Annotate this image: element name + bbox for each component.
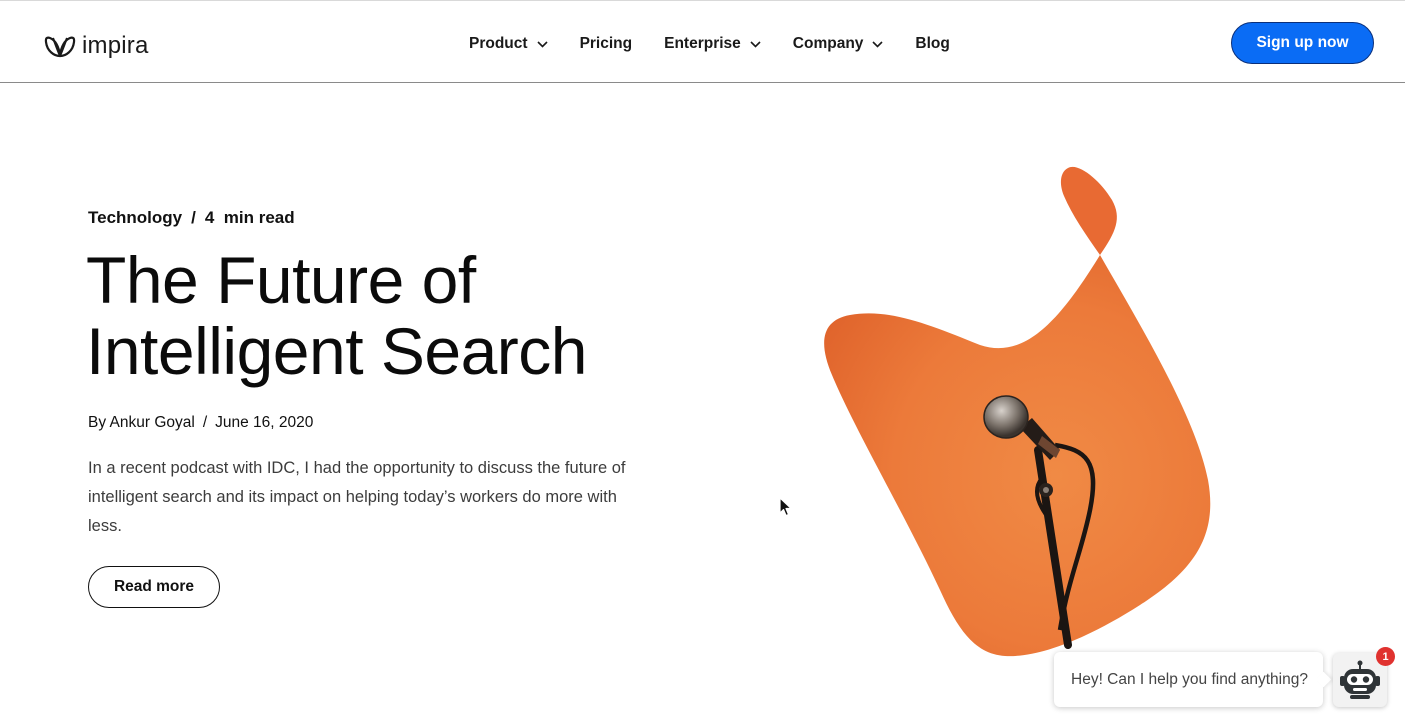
- nav-pricing[interactable]: Pricing: [580, 35, 633, 53]
- byline: By Ankur Goyal / June 16, 2020: [88, 414, 313, 432]
- mouse-cursor-icon: [779, 497, 792, 517]
- nav-company[interactable]: Company: [793, 35, 884, 53]
- main-nav: Product Pricing Enterprise Company Blog: [469, 31, 950, 57]
- article-title-line-1: The Future of: [86, 243, 476, 317]
- chevron-down-icon: [536, 40, 548, 48]
- logo-mark-icon: [44, 36, 76, 58]
- sign-up-button[interactable]: Sign up now: [1231, 22, 1374, 64]
- nav-pricing-label: Pricing: [579, 35, 633, 52]
- article-excerpt: In a recent podcast with IDC, I had the …: [88, 459, 626, 535]
- chat-prompt-text: Hey! Can I help you find anything?: [1071, 670, 1308, 688]
- chat-prompt-bubble[interactable]: Hey! Can I help you find anything?: [1054, 652, 1323, 707]
- author: By Ankur Goyal: [88, 414, 195, 431]
- chatbot-icon: [1340, 660, 1380, 699]
- page: impira Product Pricing Enterprise Compan…: [0, 0, 1405, 715]
- publish-date: June 16, 2020: [215, 414, 314, 431]
- nav-product[interactable]: Product: [469, 35, 548, 53]
- logo-text: impira: [82, 32, 149, 59]
- nav-product-label: Product: [469, 35, 528, 52]
- read-more-button[interactable]: Read more: [88, 566, 220, 608]
- byline-separator: /: [202, 414, 208, 431]
- read-time: 4 min read: [204, 208, 295, 227]
- meta-separator: /: [191, 208, 196, 227]
- microphone-image: [824, 166, 1211, 657]
- nav-blog[interactable]: Blog: [915, 35, 949, 53]
- chevron-down-icon: [750, 40, 761, 48]
- category-link[interactable]: Technology: [88, 208, 182, 228]
- nav-company-label: Company: [792, 35, 864, 52]
- article-title-line-2: Intelligent Search: [86, 314, 588, 388]
- logo[interactable]: impira: [44, 31, 149, 61]
- nav-blog-label: Blog: [915, 35, 950, 52]
- article-title: The Future of Intelligent Search: [86, 245, 726, 387]
- chevron-down-icon: [872, 40, 883, 48]
- nav-enterprise[interactable]: Enterprise: [664, 35, 761, 53]
- nav-enterprise-label: Enterprise: [664, 35, 741, 52]
- article-meta: Technology / 4 min read: [88, 208, 295, 228]
- notification-badge: 1: [1376, 647, 1395, 666]
- site-header: impira Product Pricing Enterprise Compan…: [0, 0, 1405, 83]
